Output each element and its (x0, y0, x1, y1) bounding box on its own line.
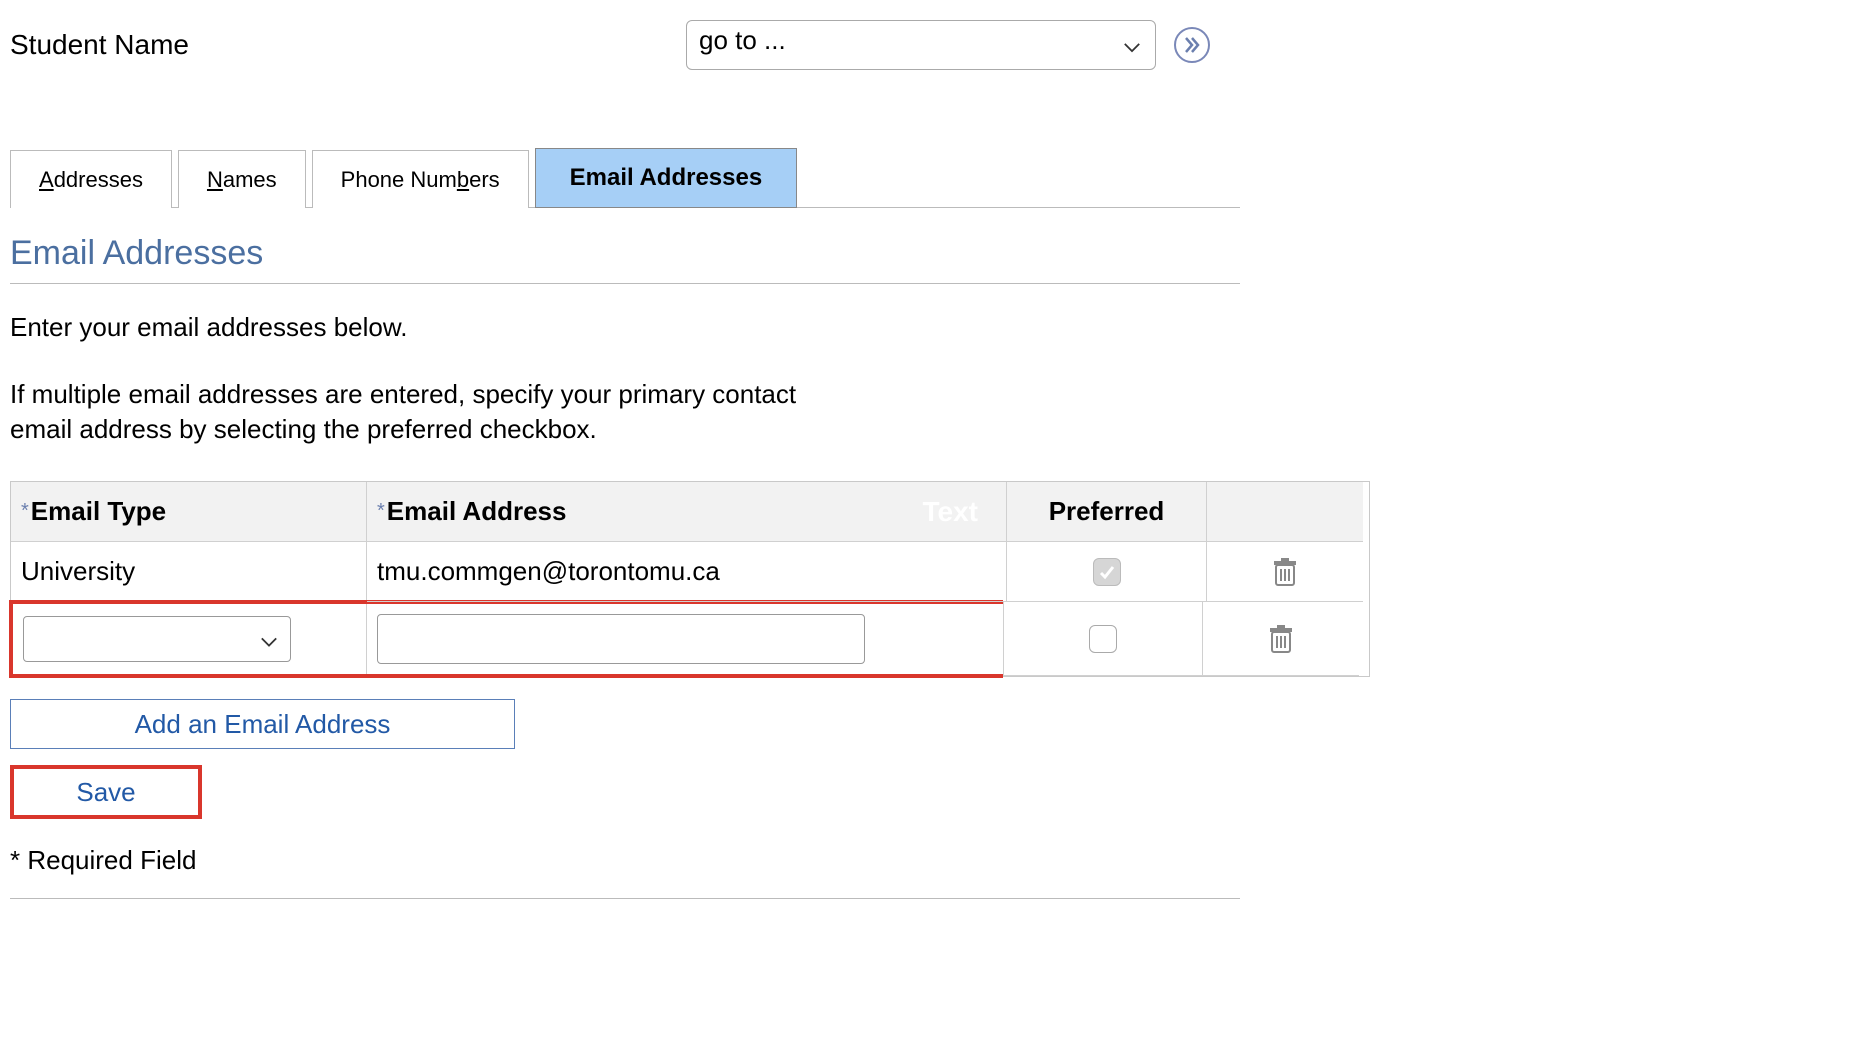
trash-icon (1272, 557, 1298, 587)
intro-text-2: If multiple email addresses are entered,… (10, 377, 810, 447)
save-button[interactable]: Save (10, 765, 202, 819)
table-row (11, 602, 1369, 676)
col-header-email-type: *Email Type (11, 482, 367, 542)
goto-select-value: go to ... (699, 25, 786, 55)
tab-phone-accel: b (457, 167, 469, 193)
col-header-preferred: Preferred (1007, 482, 1207, 542)
trash-icon (1268, 624, 1294, 654)
tab-phone-rest: ers (469, 167, 500, 193)
chevron-down-icon (260, 624, 278, 655)
tab-phone-numbers[interactable]: Phone Numbers (312, 150, 529, 208)
tab-addresses-accel: A (39, 167, 54, 193)
tab-names-label: ames (223, 167, 277, 193)
tab-addresses-label: ddresses (54, 167, 143, 193)
chevron-down-icon (1123, 30, 1141, 61)
email-type-value: University (11, 542, 367, 602)
preferred-checkbox[interactable] (1089, 625, 1117, 653)
tab-addresses[interactable]: Addresses (10, 150, 172, 208)
email-address-input[interactable] (377, 614, 865, 664)
page-title: Student Name (10, 29, 189, 61)
col-header-delete (1207, 482, 1363, 542)
divider (10, 898, 1240, 899)
tab-phone-pre: Phone Num (341, 167, 457, 193)
preferred-checkbox[interactable] (1093, 558, 1121, 586)
add-email-button[interactable]: Add an Email Address (10, 699, 515, 749)
email-type-select[interactable] (23, 616, 291, 662)
go-icon (1181, 34, 1203, 56)
goto-select[interactable]: go to ... (686, 20, 1156, 70)
email-address-value: tmu.commgen@torontomu.ca (367, 542, 1007, 602)
required-field-note: * Required Field (10, 845, 1870, 876)
section-title: Email Addresses (10, 234, 1240, 284)
email-table: *Email Type *Email Address Text Preferre… (10, 481, 1370, 677)
tab-names-accel: N (207, 167, 223, 193)
delete-row-button[interactable] (1272, 557, 1298, 587)
tab-email-addresses[interactable]: Email Addresses (535, 148, 798, 208)
intro-text-1: Enter your email addresses below. (10, 312, 910, 343)
delete-row-button[interactable] (1268, 624, 1294, 654)
go-button[interactable] (1174, 27, 1210, 63)
check-icon (1098, 563, 1116, 581)
table-row: University tmu.commgen@torontomu.ca (11, 542, 1369, 602)
tab-names[interactable]: Names (178, 150, 306, 208)
tab-email-label: Email Addresses (570, 164, 763, 192)
col-header-email-address: *Email Address Text (367, 482, 1007, 542)
watermark-text: Text (923, 496, 979, 528)
